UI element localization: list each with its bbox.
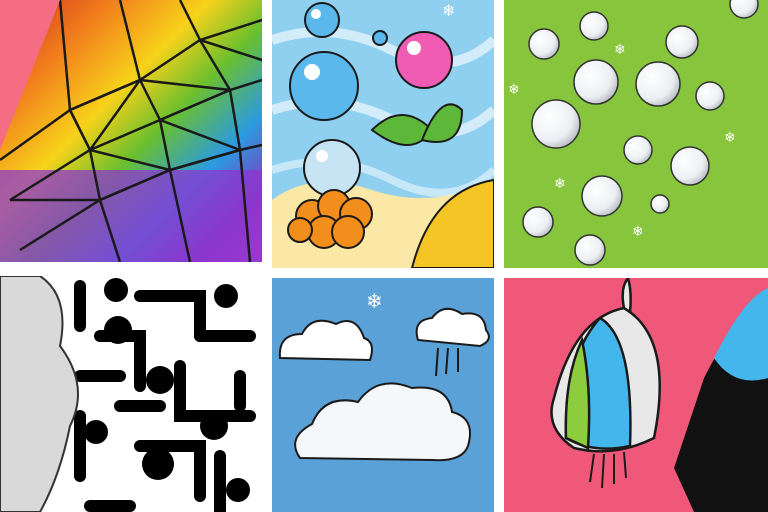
svg-text:❄: ❄	[724, 130, 736, 146]
clouds-on-blue-image: ❄	[272, 278, 494, 512]
pearls-on-green-image: ❄ ❄ ❄ ❄ ❄	[504, 0, 768, 268]
pearls-panel: ❄ ❄ ❄ ❄ ❄	[504, 0, 768, 268]
balloon-panel	[504, 278, 768, 512]
stained-glass-rainbow-image	[0, 0, 262, 262]
maze-panel	[0, 276, 262, 512]
svg-text:❄: ❄	[554, 176, 566, 192]
svg-text:❄: ❄	[442, 1, 455, 20]
svg-text:❄: ❄	[508, 82, 520, 98]
clouds-panel: ❄	[272, 278, 494, 512]
svg-text:❄: ❄	[366, 289, 383, 313]
bubbles-panel: ❄	[272, 0, 494, 268]
maze-pattern-image	[0, 276, 262, 512]
stained-glass-panel	[0, 0, 262, 262]
striped-balloon-image	[504, 278, 768, 512]
svg-text:❄: ❄	[632, 224, 644, 240]
bubbles-and-leaves-image: ❄	[272, 0, 494, 268]
svg-text:❄: ❄	[614, 42, 626, 58]
